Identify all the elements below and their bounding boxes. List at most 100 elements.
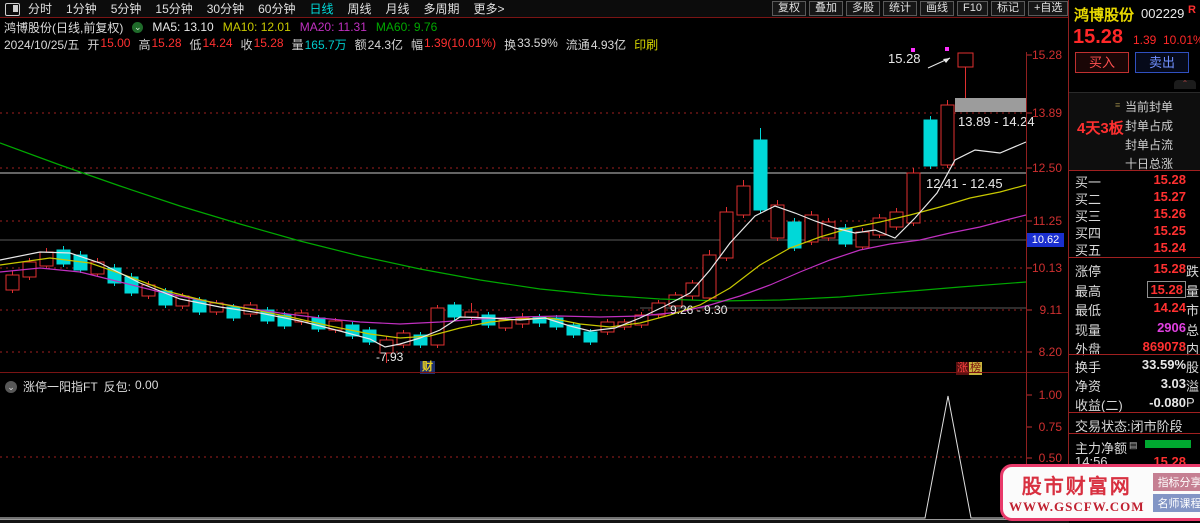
- order-row-买三[interactable]: 买三 15.26: [1069, 206, 1200, 224]
- margin-flag: R: [1188, 4, 1196, 16]
- indicator-name: 涨停一阳指FT: [23, 380, 98, 394]
- price-change: 1.39: [1133, 33, 1157, 47]
- ma-token: MA20: 11.31: [299, 20, 367, 34]
- day-info-token: 换 33.59%: [504, 35, 558, 52]
- period-item-分时[interactable]: 分时: [28, 0, 52, 17]
- panel-separator: [1069, 412, 1200, 413]
- axis-label: 15.28: [1031, 48, 1062, 62]
- tool-button-+自选[interactable]: +自选: [1027, 1, 1069, 16]
- indicator-field: 反包:: [103, 380, 132, 394]
- panel-collapse-tab[interactable]: ⌃: [1174, 80, 1196, 89]
- day-info-token: 幅 1.39(10.01%): [411, 35, 497, 52]
- tool-button-画线[interactable]: 画线: [920, 1, 954, 16]
- axis-label: 1.00: [1038, 388, 1062, 402]
- panel-separator: [1069, 354, 1200, 355]
- day-info-token: 开 15.00: [87, 35, 131, 52]
- sell-button[interactable]: 卖出: [1135, 52, 1189, 73]
- pane-divider[interactable]: [0, 372, 1069, 373]
- top-menu-bar: 分时 1分钟 5分钟 15分钟 30分钟 60分钟 日线 周线 月线 多周期 更多> 复权 叠加 多股统…: [0, 0, 1200, 17]
- quote-panel: 鸿博股份 002229 R 15.28 1.39 10.01% 买入 卖出 ⌃ …: [1069, 0, 1200, 523]
- chart-info-line: 鸿博股份(日线,前复权) ⌄ MA5: 13.10 MA10: 12.01 MA20…: [4, 20, 437, 35]
- day-info-token: 收 15.28: [240, 35, 284, 52]
- axis-label: 8.20: [1038, 345, 1062, 359]
- period-item-月线[interactable]: 月线: [386, 0, 410, 17]
- tool-button-F10[interactable]: F10: [957, 1, 988, 16]
- period-item-多周期[interactable]: 多周期: [424, 0, 460, 17]
- limit-up-rank-badge[interactable]: 涨 榜: [956, 362, 982, 375]
- sub-indicator-header: ⌄ 涨停一阳指FT 反包: 0.00: [5, 378, 158, 395]
- period-item-周线[interactable]: 周线: [347, 0, 371, 17]
- seal-line: 封单占成: [1125, 119, 1174, 133]
- trading-app-window: 分时 1分钟 5分钟 15分钟 30分钟 60分钟 日线 周线 月线 多周期 更多> 复权 叠加 多股统…: [0, 0, 1200, 523]
- last-price-annotation: 15.28: [888, 51, 921, 66]
- tool-button-多股[interactable]: 多股: [846, 1, 880, 16]
- tool-button-复权[interactable]: 复权: [772, 1, 806, 16]
- current-price: 15.28: [1073, 26, 1124, 48]
- axis-label: 10.13: [1031, 261, 1062, 275]
- stat-row-现量: 现量 2906 总: [1075, 319, 1200, 338]
- zone-low-annotation: 9.26 - 9.30: [670, 303, 728, 317]
- panel-separator: [1069, 170, 1200, 171]
- period-item-1分钟[interactable]: 1分钟: [66, 0, 97, 17]
- axis-border: [1026, 52, 1027, 518]
- price-change-pct: 10.01%: [1163, 33, 1200, 47]
- day-info-token: 2024/10/25/五: [4, 37, 80, 52]
- stat-row-换手: 换手 33.59% 股: [1075, 357, 1200, 375]
- collapse-icon[interactable]: ⌄: [5, 380, 17, 393]
- day-info-token: 高 15.28: [138, 35, 182, 52]
- tool-button-统计[interactable]: 统计: [883, 1, 917, 16]
- watermark: 股市财富网 WWW.GSCFW.COM 指标分享名师课程: [1000, 464, 1200, 521]
- day-info-token: 印刷: [634, 37, 659, 52]
- period-menu: 分时 1分钟 5分钟 15分钟 30分钟 60分钟 日线 周线 月线 多周期 更多>: [28, 0, 505, 17]
- watermark-badge[interactable]: 名师课程: [1152, 494, 1200, 512]
- buy-button[interactable]: 买入: [1075, 52, 1129, 73]
- tool-button-标记[interactable]: 标记: [990, 1, 1025, 16]
- period-item-15分钟[interactable]: 15分钟: [155, 0, 192, 17]
- axis-label: 11.25: [1032, 214, 1062, 228]
- ma-token: MA60: 9.76: [375, 20, 438, 34]
- day-info-token: 低 14.24: [189, 35, 233, 52]
- day-info-token: 流通 4.93亿: [565, 37, 627, 52]
- stock-code: 002229: [1141, 6, 1185, 21]
- stock-name: 鸿博股份: [1074, 7, 1135, 24]
- main-force-bar: [1145, 440, 1191, 448]
- chart-title: 鸿博股份(日线,前复权): [4, 20, 124, 35]
- low-price-annotation: -7.93: [376, 350, 404, 364]
- candlestick-chart[interactable]: [0, 0, 1068, 523]
- order-row-买四[interactable]: 买四 15.25: [1069, 223, 1200, 241]
- stat-row-最高: 最高 15.28 量: [1075, 280, 1200, 299]
- axis-label: 9.11: [1039, 303, 1062, 317]
- indicator-value: 0.00: [135, 378, 159, 392]
- toolbar-buttons: 复权叠加多股统计画线F10标记+自选返回: [772, 0, 1106, 17]
- stat-row-收益(二): 收益(二) -0.080 P: [1075, 395, 1195, 413]
- period-item-日线[interactable]: 日线: [309, 0, 333, 17]
- watermark-badges: 指标分享 名师课程: [1152, 473, 1200, 512]
- period-item-60分钟[interactable]: 60分钟: [258, 0, 295, 17]
- ma-values: MA5: 13.10 MA10: 12.01 MA20: 11.31 MA60: 9.…: [152, 20, 437, 34]
- axis-label: 0.75: [1038, 420, 1062, 434]
- seal-info-block: 4天3板 ≡ 当前封单 封单占成 封单占流 十日总涨: [1069, 92, 1200, 171]
- detail-list-icon[interactable]: ▤: [1129, 440, 1138, 451]
- watermark-badge[interactable]: 指标分享: [1152, 473, 1200, 491]
- period-item-5分钟[interactable]: 5分钟: [111, 0, 142, 17]
- axis-label: 0.50: [1038, 451, 1062, 465]
- day-info-token: 额 24.3亿: [354, 37, 404, 52]
- period-item-30分钟[interactable]: 30分钟: [207, 0, 244, 17]
- order-row-买二[interactable]: 买二 15.27: [1069, 189, 1200, 207]
- watermark-title: 股市财富网: [1021, 476, 1132, 498]
- tool-button-叠加[interactable]: 叠加: [809, 1, 843, 16]
- panel-separator: [1069, 433, 1200, 434]
- window-layout-icon[interactable]: [5, 3, 20, 16]
- period-item-更多>[interactable]: 更多>: [474, 0, 505, 17]
- axis-label: 13.89: [1031, 106, 1062, 120]
- ohlc-info-line: 2024/10/25/五开 15.00 高 15.28 低 14.24 收 15.28 量 165…: [4, 35, 659, 52]
- ma-token: MA10: 12.01: [222, 20, 291, 34]
- order-row-买五[interactable]: 买五 15.24: [1069, 240, 1200, 258]
- collapse-circle-icon[interactable]: ⌄: [132, 21, 144, 33]
- watermark-url[interactable]: WWW.GSCFW.COM: [1009, 499, 1145, 515]
- order-row-买一[interactable]: 买一 15.28: [1069, 172, 1200, 190]
- ma-token: MA5: 13.10: [152, 20, 214, 34]
- zone-high-annotation: 13.89 - 14.24: [958, 114, 1035, 129]
- stat-row-外盘: 外盘 869078 内: [1075, 339, 1200, 357]
- limit-up-streak: 4天3板: [1077, 120, 1124, 137]
